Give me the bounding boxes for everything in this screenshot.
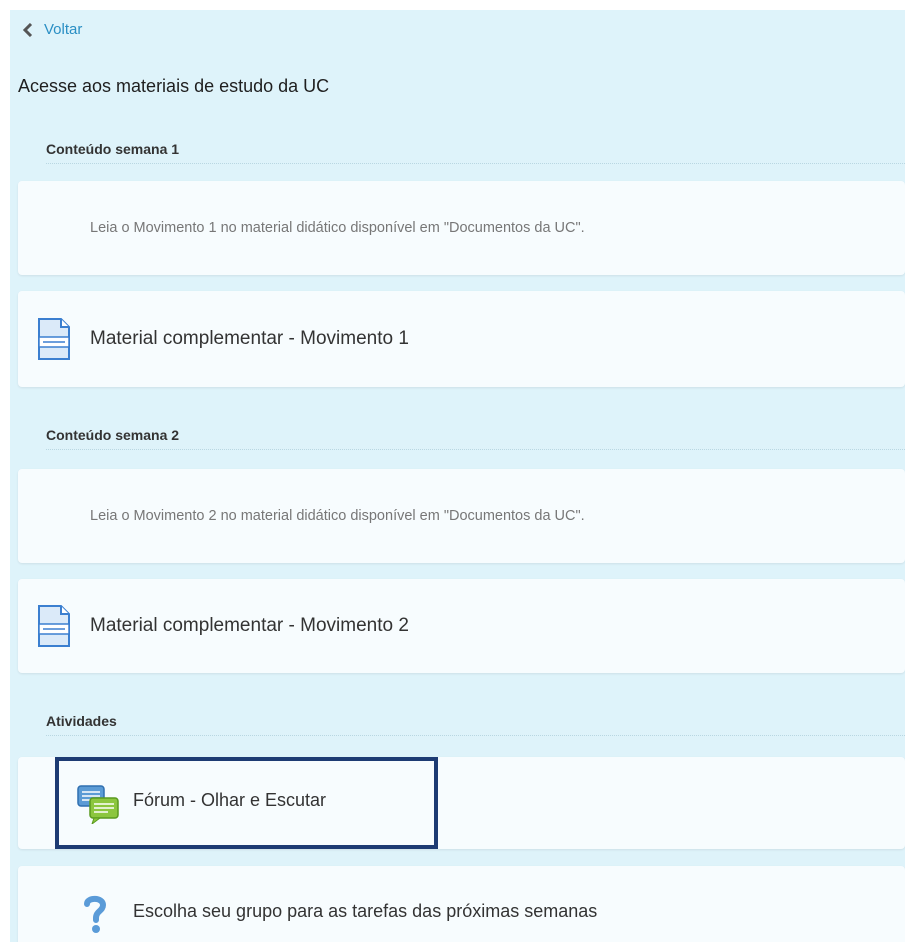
document-icon [38,318,70,360]
document-icon [38,605,70,647]
back-link-label[interactable]: Voltar [44,21,82,38]
resource-link-week-2[interactable]: Material complementar - Movimento 2 [90,615,409,637]
resource-card-week-1[interactable]: Material complementar - Movimento 1 [18,291,905,387]
resource-card-week-2[interactable]: Material complementar - Movimento 2 [18,579,905,673]
section-title-week-1: Conteúdo semana 1 [46,141,905,164]
section-title-activities: Atividades [46,713,905,736]
section-title-week-2: Conteúdo semana 2 [46,427,905,450]
question-icon [84,895,107,933]
group-choice-link[interactable]: Escolha seu grupo para as tarefas das pr… [133,901,597,922]
forum-link[interactable]: Fórum - Olhar e Escutar [133,790,326,811]
page-title: Acesse aos materiais de estudo da UC [18,76,330,96]
back-link[interactable]: Voltar [22,21,82,38]
instruction-text: Leia o Movimento 2 no material didático … [90,508,585,524]
instruction-text: Leia o Movimento 1 no material didático … [90,220,585,236]
instruction-card-week-1: Leia o Movimento 1 no material didático … [18,181,905,275]
chevron-left-icon [22,22,33,37]
course-page: Voltar Acesse aos materiais de estudo da… [10,10,905,942]
instruction-card-week-2: Leia o Movimento 2 no material didático … [18,469,905,563]
forum-icon [77,785,119,824]
resource-link-week-1[interactable]: Material complementar - Movimento 1 [90,328,409,350]
